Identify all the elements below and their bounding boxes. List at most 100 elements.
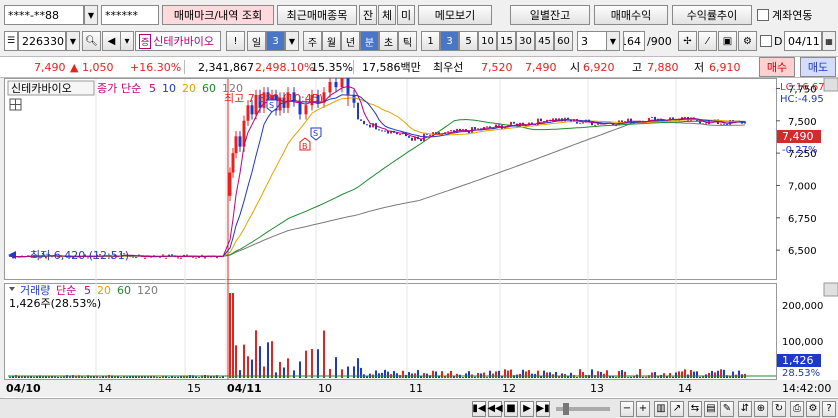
count-field[interactable]: 164 bbox=[623, 31, 645, 51]
stock-chart[interactable]: 신테카바이오 종가 단순 5 10 20 60 120 최고 7,880 (10… bbox=[4, 70, 838, 398]
volume-bar bbox=[195, 376, 197, 378]
speaker-dropdown-icon[interactable]: ▾ bbox=[120, 31, 134, 51]
scroll-back-icon[interactable]: ◀◀ bbox=[487, 400, 503, 417]
volume-bar bbox=[723, 369, 725, 378]
search-icon[interactable]: 🔍︎ bbox=[82, 31, 101, 51]
help-icon[interactable]: ? bbox=[822, 400, 836, 417]
date-field[interactable]: 04/11 bbox=[784, 31, 822, 51]
chart-area[interactable]: 신테카바이오 종가 단순 5 10 20 60 120 최고 7,880 (10… bbox=[4, 70, 838, 398]
period-tick-button[interactable]: 틱 bbox=[398, 31, 417, 51]
interval-45-button[interactable]: 45 bbox=[535, 31, 554, 51]
indicator-icon[interactable]: ↗ bbox=[670, 400, 684, 417]
volume-bar bbox=[495, 371, 497, 378]
interval-15-button[interactable]: 15 bbox=[497, 31, 516, 51]
interval-5-button[interactable]: 5 bbox=[459, 31, 478, 51]
config-icon[interactable]: ⚙ bbox=[806, 400, 820, 417]
volume-bar bbox=[615, 376, 617, 378]
current-price-tag: 7,490 bbox=[782, 130, 814, 143]
interval-30-button[interactable]: 30 bbox=[516, 31, 535, 51]
period-dropdown-icon[interactable]: ▼ bbox=[285, 31, 299, 51]
volume-scroll-icon[interactable] bbox=[823, 282, 838, 297]
grid-toggle-icon[interactable] bbox=[9, 98, 22, 111]
volume-bar bbox=[335, 357, 337, 378]
volume-bar bbox=[198, 376, 200, 378]
zoom-out-icon[interactable]: − bbox=[620, 400, 634, 417]
ask-price: 7,520 bbox=[481, 60, 513, 74]
password-field[interactable]: ****** bbox=[101, 5, 159, 25]
magnifier-icon[interactable]: ⊕ bbox=[754, 400, 768, 417]
speaker-icon[interactable]: ◀ bbox=[102, 31, 121, 51]
buy-button[interactable]: 매수 bbox=[759, 57, 795, 77]
compare-icon[interactable]: ⇆ bbox=[688, 400, 702, 417]
account-dropdown-icon[interactable]: ▼ bbox=[84, 5, 98, 25]
interval-3-button[interactable]: 3 bbox=[440, 31, 459, 51]
stock-code-field[interactable]: 226330 bbox=[18, 31, 66, 51]
svg-text:S: S bbox=[269, 101, 274, 110]
sell-button[interactable]: 매도 bbox=[800, 57, 836, 77]
trade-profit-button[interactable]: 매매수익 bbox=[594, 5, 668, 25]
play-icon[interactable]: ▶ bbox=[520, 400, 534, 417]
period-second-button[interactable]: 초 bbox=[379, 31, 398, 51]
memo-button[interactable]: 메모보기 bbox=[418, 5, 492, 25]
scroll-last-icon[interactable]: ▶▮ bbox=[536, 400, 550, 417]
period-minute-button[interactable]: 분 bbox=[360, 31, 379, 51]
print-icon[interactable]: ⎙ bbox=[790, 400, 804, 417]
draw-icon[interactable]: ✎ bbox=[720, 400, 734, 417]
date-checkbox[interactable] bbox=[760, 35, 772, 47]
account-number-field[interactable]: ****-**88 bbox=[4, 5, 84, 25]
layout-icon[interactable]: ▤ bbox=[704, 400, 718, 417]
volume-bar bbox=[293, 370, 295, 378]
scroll-up-icon[interactable] bbox=[823, 77, 838, 92]
legend-ma60: 60 bbox=[202, 82, 216, 95]
period-week-button[interactable]: 주 bbox=[303, 31, 322, 51]
volume-bar bbox=[591, 369, 593, 378]
volume-bar bbox=[441, 371, 443, 378]
stock-name-field[interactable]: 증 신테카바이오 bbox=[135, 31, 221, 51]
period-day-button[interactable]: 일 bbox=[247, 31, 266, 51]
volume-bar bbox=[510, 369, 512, 378]
candle bbox=[408, 136, 410, 138]
volume-bar bbox=[642, 376, 644, 378]
return-trend-button[interactable]: 수익률추이 bbox=[672, 5, 752, 25]
zoom-in-icon[interactable]: + bbox=[636, 400, 650, 417]
chart-type-icon[interactable]: ▥ bbox=[654, 400, 668, 417]
scroll-first-icon[interactable]: ▮◀ bbox=[472, 400, 486, 417]
volume-bar bbox=[255, 330, 257, 378]
save-icon[interactable]: ▣ bbox=[718, 31, 737, 51]
hc-value: HC:-4.95 bbox=[780, 94, 824, 105]
recent-stocks-button[interactable]: 최근매매종목 bbox=[277, 5, 357, 25]
volume-bar bbox=[9, 376, 11, 378]
volume-bar bbox=[630, 376, 632, 378]
code-dropdown-icon[interactable]: ▼ bbox=[66, 31, 80, 51]
trend-tool-icon[interactable]: ⁄ bbox=[698, 31, 717, 51]
stop-icon[interactable]: ■ bbox=[504, 400, 518, 417]
period-month-button[interactable]: 월 bbox=[322, 31, 341, 51]
balance-button[interactable]: 잔 bbox=[359, 5, 377, 25]
interval-dropdown-icon[interactable]: ▼ bbox=[606, 31, 620, 51]
interval-select[interactable]: 3 bbox=[577, 31, 607, 51]
interval-10-button[interactable]: 10 bbox=[478, 31, 497, 51]
filled-button[interactable]: 체 bbox=[378, 5, 396, 25]
zoom-slider-handle[interactable] bbox=[563, 403, 569, 415]
period-year-button[interactable]: 년 bbox=[341, 31, 360, 51]
candle bbox=[582, 122, 584, 124]
volume-bar bbox=[317, 349, 319, 378]
period-num-field[interactable]: 3 bbox=[266, 31, 285, 51]
daily-balance-button[interactable]: 일별잔고 bbox=[510, 5, 590, 25]
refresh-icon[interactable]: ↻ bbox=[772, 400, 786, 417]
alert-icon[interactable]: ! bbox=[226, 31, 245, 51]
volume-bar bbox=[408, 372, 410, 378]
menu-icon[interactable]: ☰ bbox=[4, 31, 18, 51]
account-link-checkbox[interactable] bbox=[757, 9, 769, 21]
volume-bar bbox=[144, 376, 146, 378]
crosshair-icon[interactable]: ✢ bbox=[678, 31, 697, 51]
toggle-icon[interactable]: ⇵ bbox=[738, 400, 752, 417]
calendar-icon[interactable]: ▦ bbox=[822, 31, 836, 51]
unfilled-button[interactable]: 미 bbox=[397, 5, 415, 25]
trade-mark-button[interactable]: 매매마크/내역 조회 bbox=[162, 5, 274, 25]
candle bbox=[168, 254, 170, 256]
volume-bar bbox=[135, 376, 137, 378]
settings-icon[interactable]: ⚙ bbox=[738, 31, 757, 51]
interval-60-button[interactable]: 60 bbox=[554, 31, 573, 51]
interval-1-button[interactable]: 1 bbox=[421, 31, 440, 51]
